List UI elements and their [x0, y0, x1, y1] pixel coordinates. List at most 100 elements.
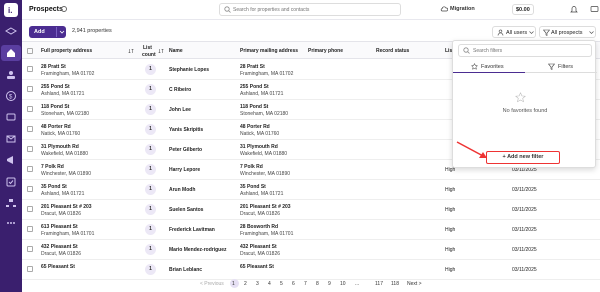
property-address-line1[interactable]: 28 Pratt St — [41, 64, 66, 70]
col-primary-phone[interactable]: Primary phone — [308, 48, 343, 54]
row-checkbox[interactable] — [27, 126, 33, 132]
page-button[interactable]: 5 — [280, 281, 283, 287]
table-row[interactable]: 613 Pleasant St Framingham, MA 01701 1 Fred… — [22, 220, 600, 240]
previous-page-button[interactable]: < Previous — [200, 281, 224, 287]
property-address-line1[interactable]: 31 Plymouth Rd — [41, 144, 79, 150]
sort-icon[interactable] — [128, 48, 134, 54]
property-address-line1[interactable]: 432 Pleasant St — [41, 244, 78, 250]
date-value: 03/11/2025 — [512, 187, 537, 193]
table-row[interactable]: 65 Pleasant St 1 Brian Leblanc 65 Pleasant … — [22, 260, 600, 280]
col-name[interactable]: Name — [169, 48, 183, 54]
col-list-count-line2[interactable]: count — [142, 52, 156, 58]
list-count-badge: 1 — [145, 64, 156, 75]
home-icon[interactable] — [5, 47, 17, 59]
property-address-line1[interactable]: 118 Pond St — [41, 104, 69, 110]
row-checkbox[interactable] — [27, 186, 33, 192]
prospects-filter-dropdown[interactable]: All prospects — [539, 26, 596, 38]
col-record-status[interactable]: Record status — [376, 48, 409, 54]
layers-icon[interactable] — [5, 26, 17, 38]
table-row[interactable]: 201 Pleasant St # 203 Dracut, MA 01826 1 Su… — [22, 200, 600, 220]
page-button[interactable]: 3 — [256, 281, 259, 287]
migration-button[interactable]: Migration — [450, 6, 475, 12]
add-new-filter-button[interactable]: + Add new filter — [486, 151, 560, 164]
row-checkbox[interactable] — [27, 66, 33, 72]
property-address-line1[interactable]: 65 Pleasant St — [41, 264, 75, 270]
page-117-button[interactable]: 117 — [375, 281, 383, 287]
filter-search-input[interactable] — [473, 47, 583, 55]
owner-name[interactable]: Mario Mendez-rodriguez — [169, 247, 227, 253]
page-118-button[interactable]: 118 — [391, 281, 399, 287]
page-button[interactable]: 6 — [292, 281, 295, 287]
owner-name[interactable]: C Ribeiro — [169, 87, 191, 93]
tab-favorites[interactable]: Favorites — [453, 61, 525, 73]
page-button[interactable]: 4 — [268, 281, 271, 287]
notification-icon[interactable] — [570, 5, 578, 14]
page-button[interactable]: 7 — [304, 281, 307, 287]
mailing-address-line1: 35 Pond St — [240, 184, 266, 190]
row-checkbox[interactable] — [27, 86, 33, 92]
property-address-line1[interactable]: 201 Pleasant St # 203 — [41, 204, 92, 210]
property-count: 2,941 properties — [72, 28, 112, 34]
row-checkbox[interactable] — [27, 246, 33, 252]
mailing-address-line2: Natick, MA 01760 — [240, 131, 280, 137]
chat-icon[interactable] — [590, 5, 599, 14]
owner-name[interactable]: Arun Modh — [169, 187, 195, 193]
property-address-line1[interactable]: 613 Pleasant St — [41, 224, 78, 230]
owner-name[interactable]: John Lee — [169, 107, 191, 113]
page-button[interactable]: 9 — [328, 281, 331, 287]
tab-filters[interactable]: Filters — [525, 61, 597, 73]
property-address-line1[interactable]: 7 Polk Rd — [41, 164, 64, 170]
owner-name[interactable]: Peter Gilberto — [169, 147, 202, 153]
row-checkbox[interactable] — [27, 166, 33, 172]
row-checkbox[interactable] — [27, 146, 33, 152]
inbox-icon[interactable] — [5, 111, 17, 123]
select-all-checkbox[interactable] — [27, 48, 33, 54]
page-button[interactable]: 1 — [232, 281, 235, 287]
col-list-count-line1[interactable]: List — [143, 45, 152, 51]
mail-icon[interactable] — [5, 133, 17, 145]
col-mailing-address[interactable]: Primary mailing address — [240, 48, 298, 54]
add-button[interactable]: Add — [29, 26, 66, 38]
mailing-address-line1: 118 Pond St — [240, 104, 269, 110]
global-search-input[interactable] — [233, 6, 393, 14]
row-checkbox[interactable] — [27, 226, 33, 232]
global-search[interactable] — [219, 3, 401, 16]
next-page-button[interactable]: Next > — [407, 281, 422, 287]
owner-name[interactable]: Yanis Skripitis — [169, 127, 203, 133]
app-logo[interactable]: i. — [4, 3, 18, 17]
chevron-down-icon[interactable] — [59, 29, 65, 35]
users-filter-dropdown[interactable]: All users — [492, 26, 536, 38]
table-row[interactable]: 432 Pleasant St Dracut, MA 01826 1 Mario Me… — [22, 240, 600, 260]
sort-icon[interactable] — [158, 48, 164, 54]
owner-name[interactable]: Brian Leblanc — [169, 267, 202, 273]
page-button[interactable]: 8 — [316, 281, 319, 287]
contacts-icon[interactable] — [5, 69, 17, 81]
row-checkbox[interactable] — [27, 266, 33, 272]
property-address-line1[interactable]: 255 Pond St — [41, 84, 70, 90]
col-full-address[interactable]: Full property address — [41, 48, 92, 54]
row-checkbox[interactable] — [27, 206, 33, 212]
owner-name[interactable]: Frederick Lavitman — [169, 227, 215, 233]
more-icon[interactable] — [5, 217, 17, 229]
info-icon[interactable] — [61, 6, 67, 12]
balance-badge[interactable]: $0.00 — [512, 4, 534, 15]
property-address-line2: Winchester, MA 01890 — [41, 171, 92, 177]
svg-text:$: $ — [9, 95, 13, 101]
megaphone-icon[interactable] — [5, 154, 17, 166]
org-chart-icon[interactable] — [5, 197, 17, 209]
owner-name[interactable]: Suelen Santos — [169, 207, 203, 213]
property-address-line1[interactable]: 35 Pond St — [41, 184, 67, 190]
property-address-line1[interactable]: 48 Porter Rd — [41, 124, 71, 130]
page-button[interactable]: 2 — [244, 281, 247, 287]
tasks-icon[interactable] — [5, 176, 17, 188]
page-button[interactable]: 10 — [340, 281, 346, 287]
property-address-line2: Framingham, MA 01701 — [41, 231, 95, 237]
prospects-filter-label: All prospects — [551, 29, 583, 36]
dollar-icon[interactable]: $ — [5, 90, 17, 102]
row-checkbox[interactable] — [27, 106, 33, 112]
mailing-address-line2: Wakefield, MA 01880 — [240, 151, 288, 157]
table-row[interactable]: 35 Pond St Ashland, MA 01721 1 Arun Modh 35 … — [22, 180, 600, 200]
owner-name[interactable]: Stephanie Lopes — [169, 67, 209, 73]
owner-name[interactable]: Harry Lepore — [169, 167, 200, 173]
filter-search[interactable] — [458, 44, 592, 57]
